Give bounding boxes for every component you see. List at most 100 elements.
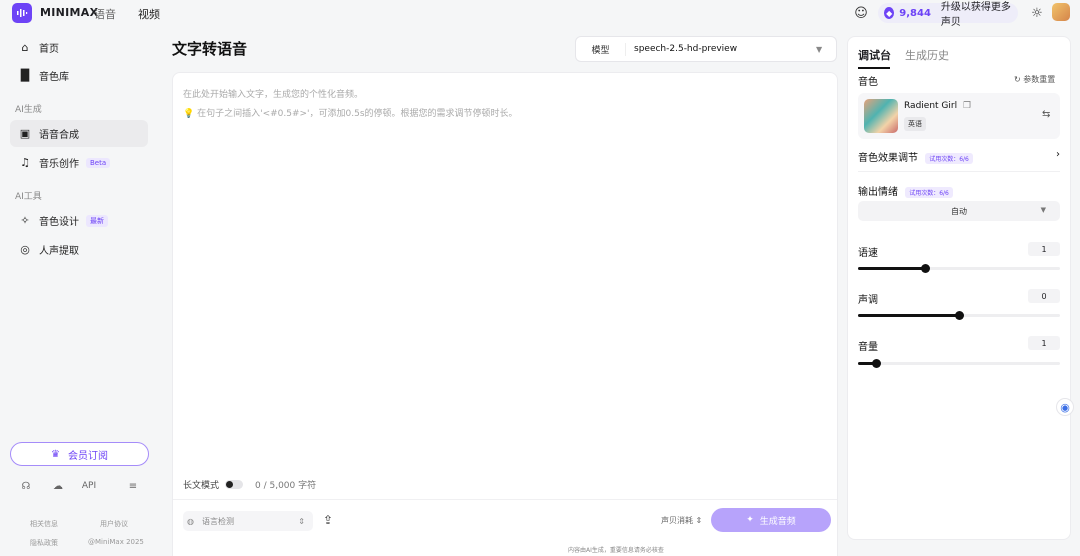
voice-effect-row[interactable]: 音色效果调节 试用次数：6/6 › — [858, 149, 1060, 164]
minimax-logo[interactable] — [12, 3, 32, 23]
tab-debug[interactable]: 调试台 — [858, 47, 891, 63]
updown-icon: ⇕ — [298, 516, 305, 526]
sun-icon[interactable]: ☼ — [1029, 5, 1045, 21]
speed-slider-handle[interactable] — [920, 264, 930, 273]
trial-badge: 试用次数：6/6 — [925, 152, 973, 164]
pitch-slider[interactable] — [858, 311, 1060, 320]
new-badge: 最新 — [86, 214, 108, 227]
sidebar-item-label: 音乐创作 — [39, 159, 79, 170]
sidebar-item-label: 人声提取 — [39, 246, 79, 257]
group-ai-generate: AI生成 — [15, 105, 42, 115]
nav-video[interactable]: 视频 — [138, 6, 160, 22]
avatar[interactable] — [1052, 3, 1070, 21]
pitch-slider-fill — [858, 314, 959, 317]
editor-divider — [173, 499, 837, 500]
chevron-right-icon: › — [1056, 149, 1060, 160]
pitch-slider-handle[interactable] — [955, 311, 964, 320]
assistant-float-icon[interactable]: ◉ — [1056, 398, 1074, 416]
swap-icon[interactable]: ⇆ — [1042, 109, 1050, 120]
brand-name: MINIMAX — [40, 6, 99, 19]
globe-icon: ◍ — [187, 516, 194, 526]
model-value: speech-2.5-hd-preview — [634, 44, 738, 54]
char-count: 0 / 5,000 字符 — [255, 481, 317, 491]
crown-icon: ♛ — [51, 448, 60, 460]
upload-icon[interactable]: ⇪ — [319, 510, 337, 530]
main-area: 文字转语音 模型 speech-2.5-hd-preview ▼ 在此处开始输入… — [160, 26, 846, 556]
editor-hint: 💡 在句子之间插入'<#0.5#>'，可添加0.5s的停顿。根据您的需求调节停顿… — [183, 106, 518, 119]
pitch-label: 声调 — [858, 295, 878, 306]
language-detect-select[interactable]: ◍ 语言检测 ⇕ — [183, 511, 313, 531]
voice-name: Radient Girl ❐ — [904, 101, 971, 111]
footer-privacy[interactable]: 隐私政策 — [30, 538, 58, 548]
emotion-select[interactable]: 自动 ▼ — [858, 201, 1060, 221]
sidebar-item-vocal-extract[interactable]: ◎ 人声提取 — [10, 236, 148, 263]
sidebar-item-music[interactable]: ♫ 音乐创作 Beta — [10, 149, 148, 176]
home-icon: ⌂ — [21, 41, 29, 54]
beta-badge: Beta — [86, 157, 111, 168]
speed-value[interactable]: 1 — [1028, 242, 1060, 256]
updown-icon: ⇕ — [695, 516, 703, 525]
sidebar-item-voice-design[interactable]: ✧ 音色设计 最新 — [10, 207, 148, 234]
soundwave-icon — [17, 9, 28, 17]
credits-count: 9,844 — [899, 7, 931, 19]
menu-list-icon[interactable]: ≡ — [123, 478, 143, 494]
lightbulb-icon: 💡 — [183, 109, 195, 119]
speed-slider[interactable] — [858, 264, 1060, 273]
volume-label: 音量 — [858, 342, 878, 353]
voice-design-icon: ✧ — [20, 214, 30, 227]
model-label: 模型 — [576, 42, 626, 56]
voice-effect-label: 音色效果调节 — [858, 153, 918, 164]
volume-slider-handle[interactable] — [872, 359, 882, 368]
api-link[interactable]: API — [79, 478, 99, 494]
group-ai-tools: AI工具 — [15, 192, 42, 202]
reset-params[interactable]: ↻ 参数重置 — [1014, 74, 1055, 85]
refresh-icon: ↻ — [1014, 75, 1021, 84]
hint-text: 在句子之间插入'<#0.5#>'，可添加0.5s的停顿。根据您的需求调节停顿时长… — [197, 109, 518, 119]
copy-icon[interactable]: ❐ — [963, 101, 971, 111]
nav-voice[interactable]: 语音 — [94, 6, 116, 22]
voice-library-icon: ▐▌ — [16, 69, 34, 82]
settings-panel: 调试台 生成历史 音色 ↻ 参数重置 Radient Girl ❐ 英语 ⇆ 音… — [847, 36, 1071, 540]
sidebar-item-home[interactable]: ⌂ 首页 — [10, 34, 148, 61]
voice-card[interactable]: Radient Girl ❐ 英语 ⇆ — [858, 93, 1060, 139]
sidebar-item-label: 音色库 — [39, 72, 69, 83]
long-mode: 长文模式 — [183, 478, 244, 491]
emotion-label: 输出情绪 — [858, 187, 898, 198]
volume-value[interactable]: 1 — [1028, 336, 1060, 350]
credit-cost[interactable]: 声贝消耗 ⇕ — [661, 515, 702, 526]
text-editor[interactable]: 在此处开始输入文字，生成您的个性化音频。 💡 在句子之间插入'<#0.5#>'，… — [172, 72, 838, 556]
credit-cost-label: 声贝消耗 — [661, 516, 693, 525]
tts-icon: ▣ — [19, 127, 31, 140]
editor-placeholder: 在此处开始输入文字，生成您的个性化音频。 — [183, 90, 364, 100]
voice-thumbnail — [864, 99, 898, 133]
chevron-down-icon: ▼ — [816, 44, 823, 54]
footer-copyright: @MiniMax 2025 — [88, 538, 144, 546]
long-mode-toggle[interactable] — [225, 480, 244, 489]
sidebar-item-label: 首页 — [39, 44, 59, 55]
top-bar: MINIMAX 语音 视频 ☺ ◆ 9,844 升级以获得更多声贝 ☼ — [0, 0, 1080, 28]
pitch-value[interactable]: 0 — [1028, 289, 1060, 303]
ai-notice: 内容由AI生成，重要信息请务必核查 — [568, 547, 664, 554]
footer-terms[interactable]: 用户协议 — [100, 519, 128, 529]
credit-coin-icon: ◆ — [884, 7, 895, 19]
sidebar-item-voice-library[interactable]: ▐▌ 音色库 — [10, 62, 148, 89]
page-title: 文字转语音 — [172, 40, 248, 58]
wechat-icon[interactable]: ☁ — [48, 478, 68, 494]
model-select[interactable]: 模型 speech-2.5-hd-preview ▼ — [575, 36, 837, 62]
upgrade-link[interactable]: 升级以获得更多声贝 — [941, 0, 1018, 28]
discord-icon[interactable]: ☊ — [16, 478, 36, 494]
volume-slider[interactable] — [858, 359, 1060, 368]
robot-icon[interactable]: ☺ — [853, 5, 869, 21]
divider — [858, 171, 1060, 172]
trial-badge: 试用次数：6/6 — [905, 186, 953, 198]
sidebar-item-label: 语音合成 — [39, 130, 79, 141]
tab-history[interactable]: 生成历史 — [905, 47, 949, 63]
generate-audio-button[interactable]: ✦ 生成音频 — [711, 508, 831, 532]
sparkle-icon: ✦ — [746, 515, 754, 525]
emotion-value: 自动 — [951, 206, 967, 216]
membership-button[interactable]: ♛ 会员订阅 — [10, 442, 149, 466]
credits-badge[interactable]: ◆ 9,844 升级以获得更多声贝 — [878, 2, 1018, 28]
membership-label: 会员订阅 — [67, 450, 108, 462]
sidebar-item-tts[interactable]: ▣ 语音合成 — [10, 120, 148, 147]
footer-about[interactable]: 相关信息 — [30, 519, 58, 529]
